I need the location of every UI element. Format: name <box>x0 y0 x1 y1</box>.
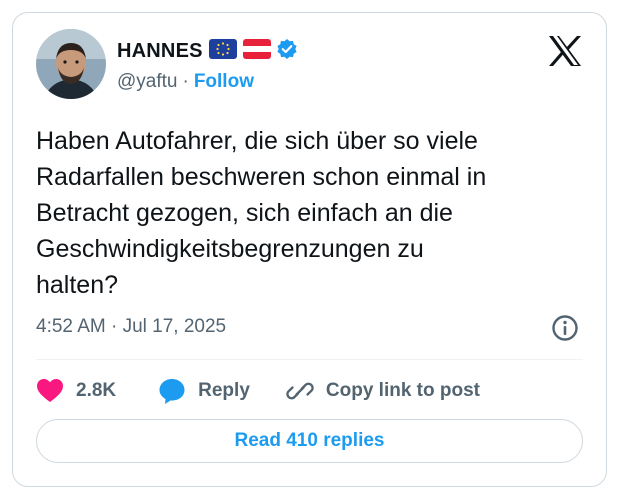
tweet-text: Haben Autofahrer, die sich über so viele… <box>36 127 487 299</box>
austria-flag-icon <box>242 38 271 64</box>
author-handle-row: @yaftu · Follow <box>117 71 254 93</box>
author-display-name[interactable]: HANNES <box>117 40 203 63</box>
separator-dot: · <box>182 71 189 92</box>
tweet-actions: 2.8K Reply Copy link to post <box>36 371 480 411</box>
read-replies-button[interactable]: Read 410 replies <box>36 419 583 463</box>
info-icon[interactable] <box>550 313 580 343</box>
like-count: 2.8K <box>76 380 117 401</box>
copy-link-button[interactable]: Copy link to post <box>286 377 480 405</box>
tweet-timestamp[interactable]: 4:52 AM · Jul 17, 2025 <box>36 316 226 338</box>
avatar[interactable] <box>36 29 106 99</box>
divider <box>36 359 583 360</box>
follow-button[interactable]: Follow <box>194 71 254 93</box>
link-icon <box>286 382 314 400</box>
heart-icon <box>37 379 63 402</box>
copy-link-label: Copy link to post <box>325 380 480 401</box>
tweet-card: HANNES @yaftu · Follow Haben Autofahrer,… <box>12 12 607 487</box>
like-button[interactable]: 2.8K <box>36 378 116 404</box>
reply-button[interactable]: Reply <box>158 377 250 405</box>
author-name-row: HANNES <box>117 38 298 64</box>
x-logo-icon[interactable] <box>548 35 582 67</box>
eu-flag-icon <box>208 38 237 64</box>
reply-bubble-icon <box>159 379 185 404</box>
verified-badge-icon[interactable] <box>276 38 298 65</box>
avatar-image <box>36 29 106 99</box>
reply-label: Reply <box>198 380 250 401</box>
author-handle[interactable]: @yaftu <box>117 71 177 93</box>
